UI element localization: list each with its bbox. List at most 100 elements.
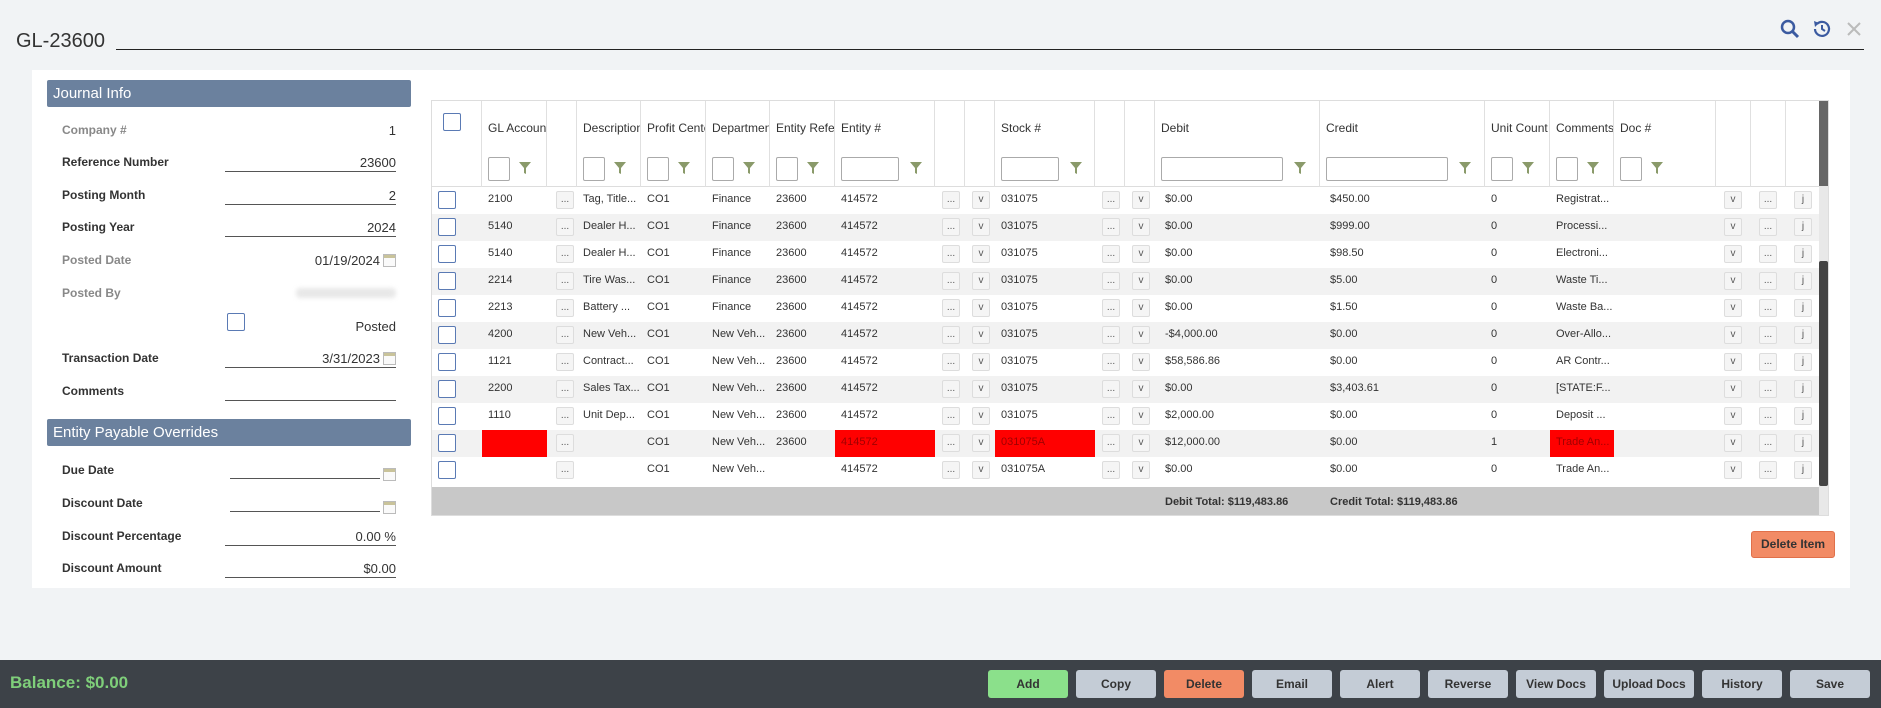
col-credit[interactable]: Credit [1320,101,1485,187]
row-view-button[interactable]: v [1724,191,1742,209]
cell-unit-count[interactable]: 0 [1491,328,1497,340]
cell-comments[interactable]: [STATE:F... [1556,382,1611,394]
cell-comments[interactable]: Trade An... [1556,463,1609,475]
entity-lookup-button[interactable]: ... [942,272,960,290]
cell-debit[interactable]: $2,000.00 [1165,409,1214,421]
stock-lookup-button[interactable]: ... [1102,434,1120,452]
cell-stock[interactable]: 031075 [1001,409,1038,421]
cell-entity-reference[interactable]: 23600 [776,301,807,313]
upload-docs-button[interactable]: Upload Docs [1604,670,1694,698]
gl-lookup-button[interactable]: ... [556,299,574,317]
table-row[interactable]: 2200 Sales Tax... CO1 New Veh... 23600 414572… [432,376,1828,403]
gl-lookup-button[interactable]: ... [556,191,574,209]
gl-lookup-button[interactable]: ... [556,245,574,263]
cell-stock[interactable]: 031075 [1001,355,1038,367]
cell-entity-reference[interactable]: 23600 [776,409,807,421]
cell-debit[interactable]: $58,586.86 [1165,355,1220,367]
entity-view-button[interactable]: v [972,461,990,479]
view-docs-button[interactable]: View Docs [1516,670,1596,698]
stock-view-button[interactable]: v [1132,326,1150,344]
filter-icon[interactable] [1458,161,1472,175]
row-checkbox[interactable] [438,245,456,263]
discount-percentage-field[interactable]: 0.00 % [225,526,396,546]
cell-comments[interactable]: Over-Allo... [1556,328,1611,340]
entity-lookup-button[interactable]: ... [942,245,960,263]
stock-lookup-button[interactable]: ... [1102,272,1120,290]
row-journal-button[interactable]: j [1794,245,1812,263]
col-stock[interactable]: Stock # [995,101,1095,187]
cell-description[interactable]: Contract... [583,355,634,367]
cell-gl-account[interactable]: 2213 [488,301,512,313]
cell-gl-account[interactable]: 5140 [488,247,512,259]
cell-comments[interactable]: Registrat... [1556,193,1609,205]
cell-comments[interactable]: Electroni... [1556,247,1608,259]
cell-gl-account[interactable]: 2200 [488,382,512,394]
cell-profit-center[interactable]: CO1 [647,382,670,394]
col-profit-center[interactable]: Profit Center [641,101,706,187]
row-checkbox[interactable] [438,353,456,371]
reverse-button[interactable]: Reverse [1428,670,1508,698]
col-description[interactable]: Description [577,101,641,187]
cell-gl-account[interactable]: 1121 [488,355,512,367]
cell-entity-reference[interactable]: 23600 [776,328,807,340]
cell-unit-count[interactable]: 0 [1491,355,1497,367]
cell-comments[interactable]: Deposit ... [1556,409,1606,421]
cell-stock[interactable]: 031075A [1001,436,1045,448]
cell-comments[interactable]: AR Contr... [1556,355,1610,367]
cell-profit-center[interactable]: CO1 [647,193,670,205]
comments-filter-input[interactable] [1556,157,1578,181]
stock-filter-input[interactable] [1001,157,1059,181]
discount-amount-field[interactable]: $0.00 [225,558,396,578]
row-journal-button[interactable]: j [1794,326,1812,344]
select-all-checkbox[interactable] [443,113,461,131]
gl-lookup-button[interactable]: ... [556,380,574,398]
entity-lookup-button[interactable]: ... [942,407,960,425]
entity-lookup-button[interactable]: ... [942,326,960,344]
filter-icon[interactable] [1293,161,1307,175]
cell-unit-count[interactable]: 0 [1491,220,1497,232]
department-filter-input[interactable] [712,157,734,181]
cell-debit[interactable]: $0.00 [1165,193,1193,205]
cell-department[interactable]: New Veh... [712,409,765,421]
filter-icon[interactable] [613,161,627,175]
cell-unit-count[interactable]: 1 [1491,436,1497,448]
row-more-button[interactable]: ... [1759,407,1777,425]
save-button[interactable]: Save [1790,670,1870,698]
cell-description[interactable]: Tag, Title... [583,193,636,205]
row-view-button[interactable]: v [1724,272,1742,290]
row-journal-button[interactable]: j [1794,407,1812,425]
row-more-button[interactable]: ... [1759,353,1777,371]
entity-view-button[interactable]: v [972,353,990,371]
cell-profit-center[interactable]: CO1 [647,247,670,259]
gl-lookup-button[interactable]: ... [556,218,574,236]
cell-profit-center[interactable]: CO1 [647,274,670,286]
gl-lookup-button[interactable]: ... [556,326,574,344]
cell-gl-account[interactable]: 1110 [488,409,511,421]
history-icon[interactable] [1811,18,1833,40]
entity-reference-filter-input[interactable] [776,157,798,181]
cell-entity[interactable]: 414572 [841,463,878,475]
col-comments[interactable]: Comments [1550,101,1614,187]
cell-entity[interactable]: 414572 [841,301,878,313]
row-journal-button[interactable]: j [1794,461,1812,479]
stock-lookup-button[interactable]: ... [1102,299,1120,317]
row-view-button[interactable]: v [1724,326,1742,344]
table-row[interactable]: 1121 Contract... CO1 New Veh... 23600 414572 0… [432,349,1828,376]
entity-view-button[interactable]: v [972,218,990,236]
cell-description[interactable]: Battery ... [583,301,630,313]
stock-view-button[interactable]: v [1132,191,1150,209]
cell-entity-reference[interactable]: 23600 [776,382,807,394]
grid-scrollbar[interactable] [1819,101,1828,515]
row-more-button[interactable]: ... [1759,380,1777,398]
stock-view-button[interactable]: v [1132,299,1150,317]
stock-view-button[interactable]: v [1132,218,1150,236]
posting-year-field[interactable]: 2024 [225,217,396,237]
copy-button[interactable]: Copy [1076,670,1156,698]
table-row[interactable]: 2214 Tire Was... CO1 Finance 23600 414572 0310… [432,268,1828,295]
col-gl-account[interactable]: GL Account [482,101,547,187]
history-button[interactable]: History [1702,670,1782,698]
entity-lookup-button[interactable]: ... [942,191,960,209]
stock-lookup-button[interactable]: ... [1102,353,1120,371]
cell-credit[interactable]: $0.00 [1330,463,1358,475]
table-row[interactable]: 2213 Battery ... CO1 Finance 23600 414572 0310… [432,295,1828,322]
